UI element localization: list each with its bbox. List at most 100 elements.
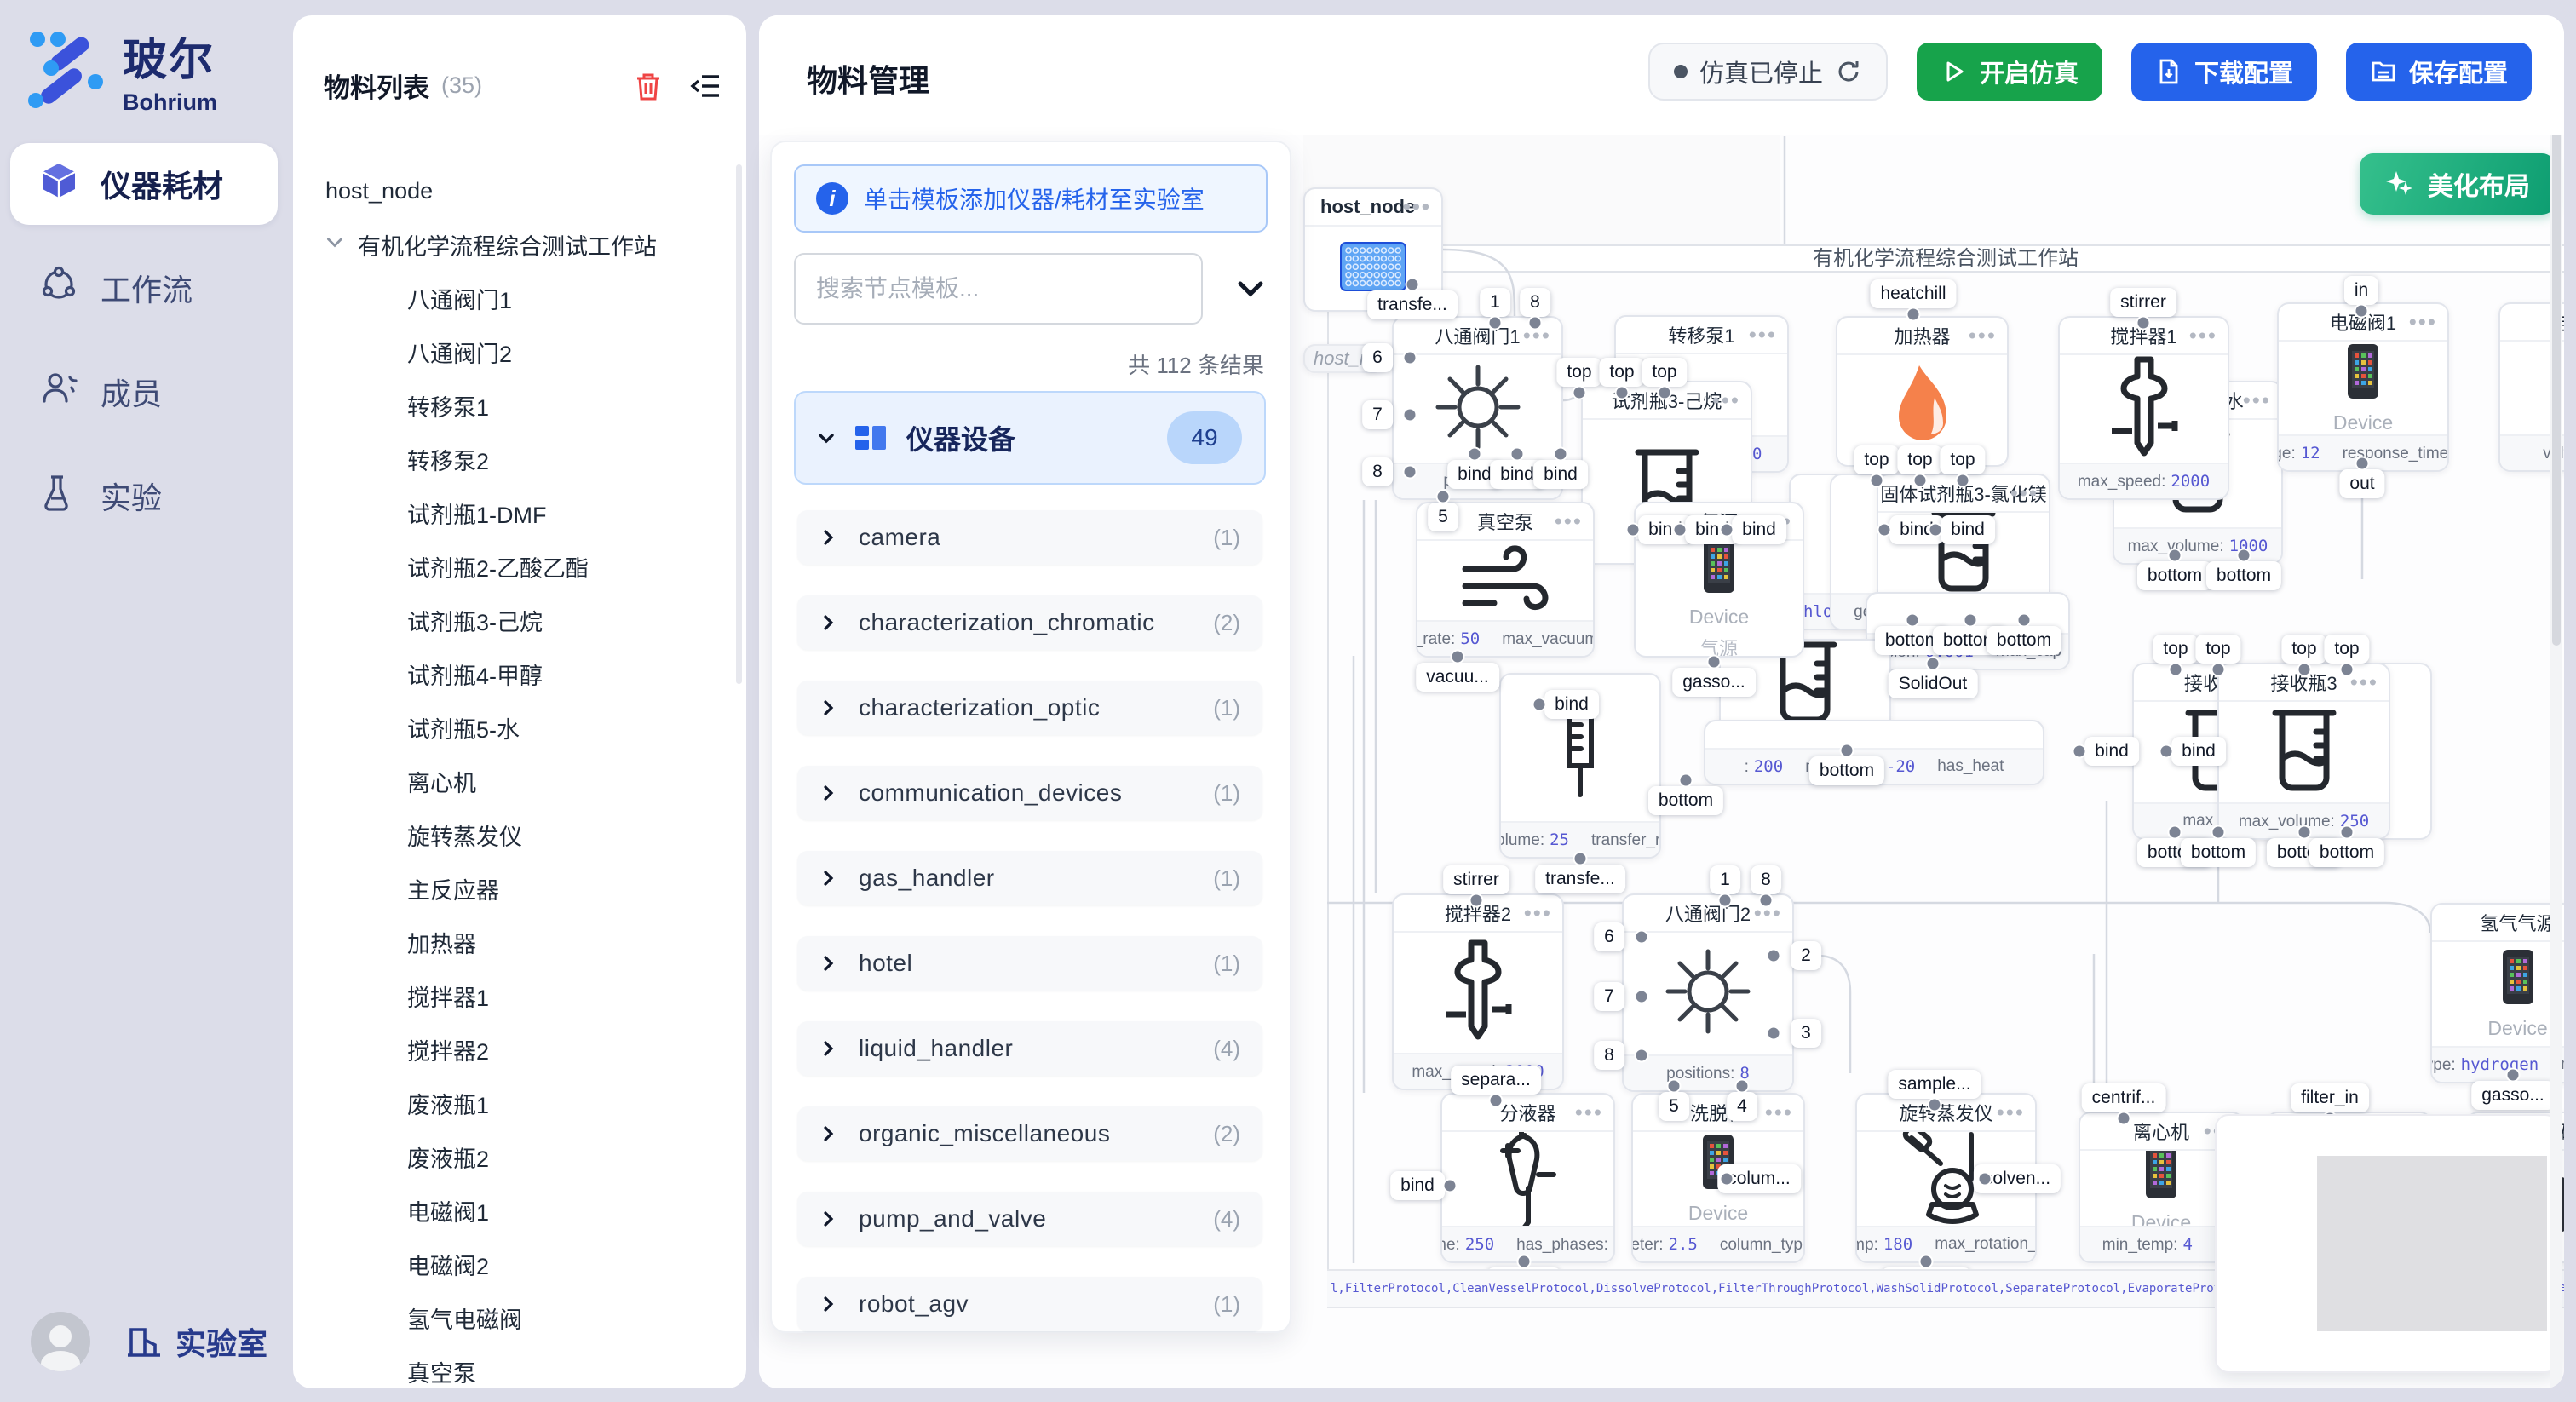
port-handle-dot[interactable]: [1626, 523, 1641, 537]
minimap[interactable]: [2215, 1114, 2559, 1373]
tree-item-7[interactable]: 试剂瓶3-己烷: [293, 594, 738, 647]
tree-item-5[interactable]: 试剂瓶1-DMF: [293, 486, 738, 540]
sidebar-item-lab[interactable]: 实验室: [124, 1319, 267, 1364]
port-top[interactable]: top: [1642, 358, 1687, 387]
port-handle-dot[interactable]: [1573, 852, 1588, 866]
category-communication_devices[interactable]: communication_devices(1): [797, 766, 1262, 820]
port-handle-dot[interactable]: [1517, 1255, 1532, 1269]
port-separa[interactable]: separa...: [1451, 1066, 1541, 1095]
node-menu-icon[interactable]: •••: [2010, 480, 2038, 507]
port-handle-dot[interactable]: [1403, 351, 1417, 365]
port-7[interactable]: 7: [1362, 400, 1393, 429]
port-top[interactable]: top: [2281, 635, 2326, 664]
port-top[interactable]: top: [1897, 445, 1942, 474]
port-handle-dot[interactable]: [2168, 549, 2182, 563]
search-template-input[interactable]: [794, 253, 1203, 325]
port-bottom[interactable]: bottom: [2137, 561, 2212, 590]
port-top[interactable]: top: [2153, 635, 2198, 664]
port-handle-dot[interactable]: [1720, 523, 1734, 537]
port-handle-dot[interactable]: [2211, 663, 2226, 677]
node-menu-icon[interactable]: •••: [1524, 900, 1552, 927]
node-搅拌器1[interactable]: 搅拌器1•••max_speed:2000: [2058, 316, 2229, 500]
section-instrument-devices[interactable]: 仪器设备 49: [794, 391, 1266, 485]
port-handle-dot[interactable]: [1906, 307, 1921, 322]
port-handle-dot[interactable]: [2017, 613, 2032, 628]
port-gasso[interactable]: gasso...: [2471, 1081, 2555, 1110]
port-handle-dot[interactable]: [1615, 386, 1630, 400]
port-gasso[interactable]: gasso...: [1672, 668, 1756, 697]
tree-item-6[interactable]: 试剂瓶2-乙酸乙酯: [293, 540, 738, 594]
node-menu-icon[interactable]: •••: [2350, 669, 2378, 696]
category-gas_handler[interactable]: gas_handler(1): [797, 851, 1262, 905]
port-handle-dot[interactable]: [1870, 474, 1884, 488]
port-handle-dot[interactable]: [1718, 893, 1733, 908]
tree-item-1[interactable]: 八通阀门1: [293, 272, 738, 325]
port-top[interactable]: top: [1940, 445, 1985, 474]
port-out[interactable]: out: [2339, 469, 2384, 498]
port-handle-dot[interactable]: [1767, 949, 1781, 963]
port-handle-dot[interactable]: [2340, 663, 2355, 677]
port-3[interactable]: 3: [1791, 1019, 1821, 1048]
port-handle-dot[interactable]: [2237, 549, 2251, 563]
tree-item-3[interactable]: 转移泵1: [293, 379, 738, 433]
chevron-down-icon[interactable]: [1233, 275, 1268, 302]
port-handle-dot[interactable]: [2297, 663, 2312, 677]
port-handle-dot[interactable]: [1554, 447, 1568, 462]
node-分液器[interactable]: 分液器•••volume:250has_phases:true: [1440, 1093, 1615, 1263]
port-handle-dot[interactable]: [2355, 304, 2369, 319]
node-menu-icon[interactable]: •••: [2243, 388, 2271, 414]
port-bottom[interactable]: bottom: [2206, 561, 2281, 590]
port-top[interactable]: top: [2195, 635, 2240, 664]
sidebar-item-1[interactable]: 仪器耗材: [10, 143, 278, 225]
port-handle-dot[interactable]: [1913, 474, 1928, 488]
port-handle-dot[interactable]: [1877, 523, 1892, 537]
tree-item-18[interactable]: 电磁阀1: [293, 1184, 738, 1238]
port-handle-dot[interactable]: [1635, 1049, 1649, 1063]
port-bottom[interactable]: bottom: [1648, 786, 1723, 815]
port-8[interactable]: 8: [1594, 1041, 1624, 1070]
port-8[interactable]: 8: [1520, 288, 1550, 317]
category-liquid_handler[interactable]: liquid_handler(4): [797, 1021, 1262, 1076]
port-bind[interactable]: bind: [2171, 737, 2226, 766]
port-handle-dot[interactable]: [1679, 773, 1693, 788]
port-top[interactable]: top: [1556, 358, 1601, 387]
simulation-status-badge[interactable]: 仿真已停止: [1648, 43, 1888, 101]
port-bind[interactable]: bind: [1941, 515, 1995, 544]
tree-item-2[interactable]: 八通阀门2: [293, 325, 738, 379]
tree-item-8[interactable]: 试剂瓶4-甲醇: [293, 647, 738, 701]
node-menu-icon[interactable]: •••: [1997, 1100, 2025, 1126]
avatar[interactable]: [31, 1312, 90, 1371]
port-handle-dot[interactable]: [1906, 613, 1920, 628]
node-menu-icon[interactable]: •••: [1749, 322, 1777, 348]
node-menu-icon[interactable]: •••: [1969, 323, 1997, 349]
tree-item-4[interactable]: 转移泵2: [293, 433, 738, 486]
port-bottom[interactable]: bottom: [2309, 838, 2384, 867]
port-6[interactable]: 6: [1594, 922, 1624, 951]
port-handle-dot[interactable]: [1707, 655, 1722, 669]
tree-item-20[interactable]: 氢气电磁阀: [293, 1291, 738, 1345]
port-handle-dot[interactable]: [1978, 1172, 1992, 1187]
port-1[interactable]: 1: [1710, 865, 1740, 894]
tree-item-11[interactable]: 旋转蒸发仪: [293, 808, 738, 862]
download-config-button[interactable]: 下载配置: [2131, 43, 2317, 101]
category-characterization_optic[interactable]: characterization_optic(1): [797, 681, 1262, 735]
port-handle-dot[interactable]: [2506, 1068, 2521, 1083]
port-bottom[interactable]: bottom: [1987, 626, 2061, 655]
port-handle-dot[interactable]: [1469, 893, 1484, 908]
collapse-panel-icon[interactable]: [690, 70, 722, 102]
port-handle-dot[interactable]: [1919, 1255, 1934, 1269]
port-handle-dot[interactable]: [1735, 1079, 1750, 1094]
port-handle-dot[interactable]: [1767, 1026, 1781, 1041]
sidebar-item-2[interactable]: 工作流: [10, 247, 278, 329]
port-5[interactable]: 5: [1659, 1092, 1689, 1121]
port-handle-dot[interactable]: [1488, 316, 1503, 330]
refresh-icon[interactable]: [1835, 58, 1862, 85]
node-menu-icon[interactable]: •••: [1403, 194, 1431, 221]
trash-icon[interactable]: [632, 70, 664, 102]
port-stirrer[interactable]: stirrer: [2110, 288, 2176, 317]
port-8[interactable]: 8: [1751, 865, 1781, 894]
port-1[interactable]: 1: [1480, 288, 1510, 317]
port-handle-dot[interactable]: [1436, 490, 1451, 504]
canvas-scrollbar[interactable]: [2550, 15, 2562, 1388]
port-handle-dot[interactable]: [1673, 523, 1688, 537]
